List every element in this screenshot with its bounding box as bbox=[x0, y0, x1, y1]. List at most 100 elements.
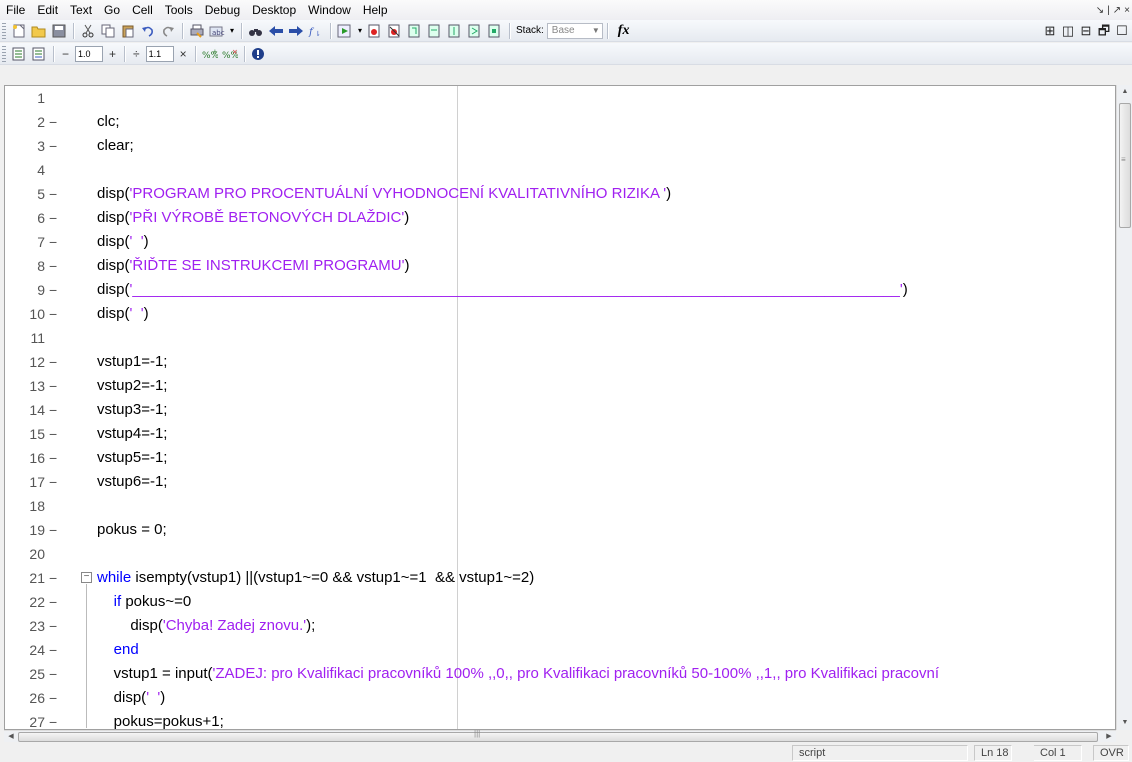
workspace-icon[interactable]: abc bbox=[208, 22, 226, 40]
code-line[interactable]: 13− vstup2=-1; bbox=[5, 374, 1115, 398]
breakpoint-marker[interactable]: − bbox=[49, 470, 57, 494]
menu-cell[interactable]: Cell bbox=[126, 0, 159, 20]
function-browser-icon[interactable]: f ⇂ bbox=[307, 22, 325, 40]
menu-edit[interactable]: Edit bbox=[31, 0, 64, 20]
evaluate-cell-icon[interactable] bbox=[10, 45, 28, 63]
code-line[interactable]: 1 bbox=[5, 86, 1115, 110]
decrement-button[interactable]: − bbox=[62, 47, 69, 61]
close-icon[interactable]: × bbox=[1124, 5, 1130, 16]
maximize-icon[interactable]: ↗ bbox=[1113, 5, 1121, 16]
code-line[interactable]: 7− disp(' ') bbox=[5, 230, 1115, 254]
tile-grid-icon[interactable]: ⊞ bbox=[1042, 24, 1058, 38]
code-line[interactable]: 24− end bbox=[5, 638, 1115, 662]
vertical-scroll-thumb[interactable] bbox=[1119, 103, 1131, 228]
split-horizontal-icon[interactable]: ⊟ bbox=[1078, 24, 1094, 38]
multiply-button[interactable]: × bbox=[180, 47, 187, 61]
fold-toggle-icon[interactable]: − bbox=[81, 572, 92, 583]
run-icon[interactable] bbox=[336, 22, 354, 40]
breakpoint-marker[interactable]: − bbox=[49, 518, 57, 542]
step-out-icon[interactable] bbox=[446, 22, 464, 40]
code-line[interactable]: 19− pokus = 0; bbox=[5, 518, 1115, 542]
breakpoint-marker[interactable]: − bbox=[49, 662, 57, 686]
code-line[interactable]: 20 bbox=[5, 542, 1115, 566]
menu-go[interactable]: Go bbox=[98, 0, 126, 20]
multiply-value-field[interactable]: 1.1 bbox=[145, 45, 174, 62]
code-line[interactable]: 23− disp('Chyba! Zadej znovu.'); bbox=[5, 614, 1115, 638]
menu-help[interactable]: Help bbox=[357, 0, 394, 20]
breakpoint-marker[interactable]: − bbox=[49, 614, 57, 638]
breakpoint-marker[interactable]: − bbox=[49, 206, 57, 230]
code-line[interactable]: 3− clear; bbox=[5, 134, 1115, 158]
scroll-down-icon[interactable]: ▼ bbox=[1117, 716, 1132, 730]
breakpoint-marker[interactable]: − bbox=[49, 590, 57, 614]
code-line[interactable]: 10− disp(' ') bbox=[5, 302, 1115, 326]
cut-icon[interactable] bbox=[79, 22, 97, 40]
new-file-icon[interactable] bbox=[10, 22, 28, 40]
save-icon[interactable] bbox=[50, 22, 68, 40]
increment-button[interactable]: + bbox=[109, 47, 116, 61]
remove-cell-divider-icon[interactable]: %% × bbox=[221, 45, 239, 63]
breakpoint-marker[interactable]: − bbox=[49, 350, 57, 374]
forward-icon[interactable] bbox=[287, 22, 305, 40]
code-line[interactable]: 21− while isempty(vstup1) ||(vstup1~=0 &&… bbox=[5, 566, 1115, 590]
divide-button[interactable]: ÷ bbox=[133, 47, 140, 61]
evaluate-cell-advance-icon[interactable] bbox=[30, 45, 48, 63]
horizontal-scroll-thumb[interactable] bbox=[18, 732, 1098, 742]
code-line[interactable]: 9− disp('________________________________… bbox=[5, 278, 1115, 302]
scroll-up-icon[interactable]: ▲ bbox=[1117, 85, 1132, 99]
print-icon[interactable] bbox=[188, 22, 206, 40]
menu-tools[interactable]: Tools bbox=[159, 0, 199, 20]
code-line[interactable]: 18 bbox=[5, 494, 1115, 518]
step-icon[interactable] bbox=[406, 22, 424, 40]
chevron-down-icon[interactable]: ▾ bbox=[356, 22, 364, 40]
open-file-icon[interactable] bbox=[30, 22, 48, 40]
menu-desktop[interactable]: Desktop bbox=[246, 0, 302, 20]
code-line[interactable]: 11 bbox=[5, 326, 1115, 350]
paste-icon[interactable] bbox=[119, 22, 137, 40]
undock-icon[interactable]: ↘ bbox=[1096, 5, 1104, 16]
code-line[interactable]: 27− pokus=pokus+1; bbox=[5, 710, 1115, 729]
copy-icon[interactable] bbox=[99, 22, 117, 40]
cell-info-icon[interactable] bbox=[250, 45, 268, 63]
stack-select[interactable]: Base ▼ bbox=[546, 22, 603, 39]
exit-debug-icon[interactable] bbox=[486, 22, 504, 40]
float-window-icon[interactable]: 🗗 bbox=[1096, 24, 1112, 38]
menu-text[interactable]: Text bbox=[64, 0, 98, 20]
breakpoint-marker[interactable]: − bbox=[49, 302, 57, 326]
breakpoint-marker[interactable]: − bbox=[49, 446, 57, 470]
code-line[interactable]: 4 bbox=[5, 158, 1115, 182]
code-line[interactable]: 12− vstup1=-1; bbox=[5, 350, 1115, 374]
find-icon[interactable] bbox=[247, 22, 265, 40]
continue-icon[interactable] bbox=[466, 22, 484, 40]
clear-breakpoints-icon[interactable] bbox=[386, 22, 404, 40]
code-line[interactable]: 6− disp('PŘI VÝROBĚ BETONOVÝCH DLAŽDIC') bbox=[5, 206, 1115, 230]
code-line[interactable]: 14− vstup3=-1; bbox=[5, 398, 1115, 422]
toolbar-grip[interactable] bbox=[2, 45, 6, 62]
vertical-scrollbar[interactable]: ▲ ≡ ▼ bbox=[1116, 85, 1132, 730]
menu-window[interactable]: Window bbox=[302, 0, 357, 20]
undo-icon[interactable] bbox=[139, 22, 157, 40]
breakpoint-marker[interactable]: − bbox=[49, 254, 57, 278]
breakpoint-marker[interactable]: − bbox=[49, 422, 57, 446]
back-icon[interactable] bbox=[267, 22, 285, 40]
breakpoint-marker[interactable]: − bbox=[49, 230, 57, 254]
code-line[interactable]: 8− disp('ŘIĎTE SE INSTRUKCEMI PROGRAMU') bbox=[5, 254, 1115, 278]
split-vertical-icon[interactable]: ◫ bbox=[1060, 24, 1076, 38]
breakpoint-marker[interactable]: − bbox=[49, 182, 57, 206]
code-line[interactable]: 16− vstup5=-1; bbox=[5, 446, 1115, 470]
breakpoint-marker[interactable]: − bbox=[49, 638, 57, 662]
code-line[interactable]: 2− clc; bbox=[5, 110, 1115, 134]
code-editor[interactable]: 1 2− clc; 3− clear; 4 5− disp('PROGRAM PRO PROC… bbox=[4, 85, 1116, 730]
menu-file[interactable]: File bbox=[0, 0, 31, 20]
code-line[interactable]: 25− vstup1 = input('ZADEJ: pro Kvalifika… bbox=[5, 662, 1115, 686]
toolbar-grip[interactable] bbox=[2, 22, 6, 39]
breakpoint-marker[interactable]: − bbox=[49, 398, 57, 422]
breakpoint-marker[interactable]: − bbox=[49, 278, 57, 302]
breakpoint-marker[interactable]: − bbox=[49, 686, 57, 710]
menu-debug[interactable]: Debug bbox=[199, 0, 246, 20]
code-line[interactable]: 15− vstup4=-1; bbox=[5, 422, 1115, 446]
breakpoint-marker[interactable]: − bbox=[49, 110, 57, 134]
breakpoint-marker[interactable]: − bbox=[49, 566, 57, 590]
breakpoint-marker[interactable]: − bbox=[49, 134, 57, 158]
breakpoint-marker[interactable]: − bbox=[49, 374, 57, 398]
